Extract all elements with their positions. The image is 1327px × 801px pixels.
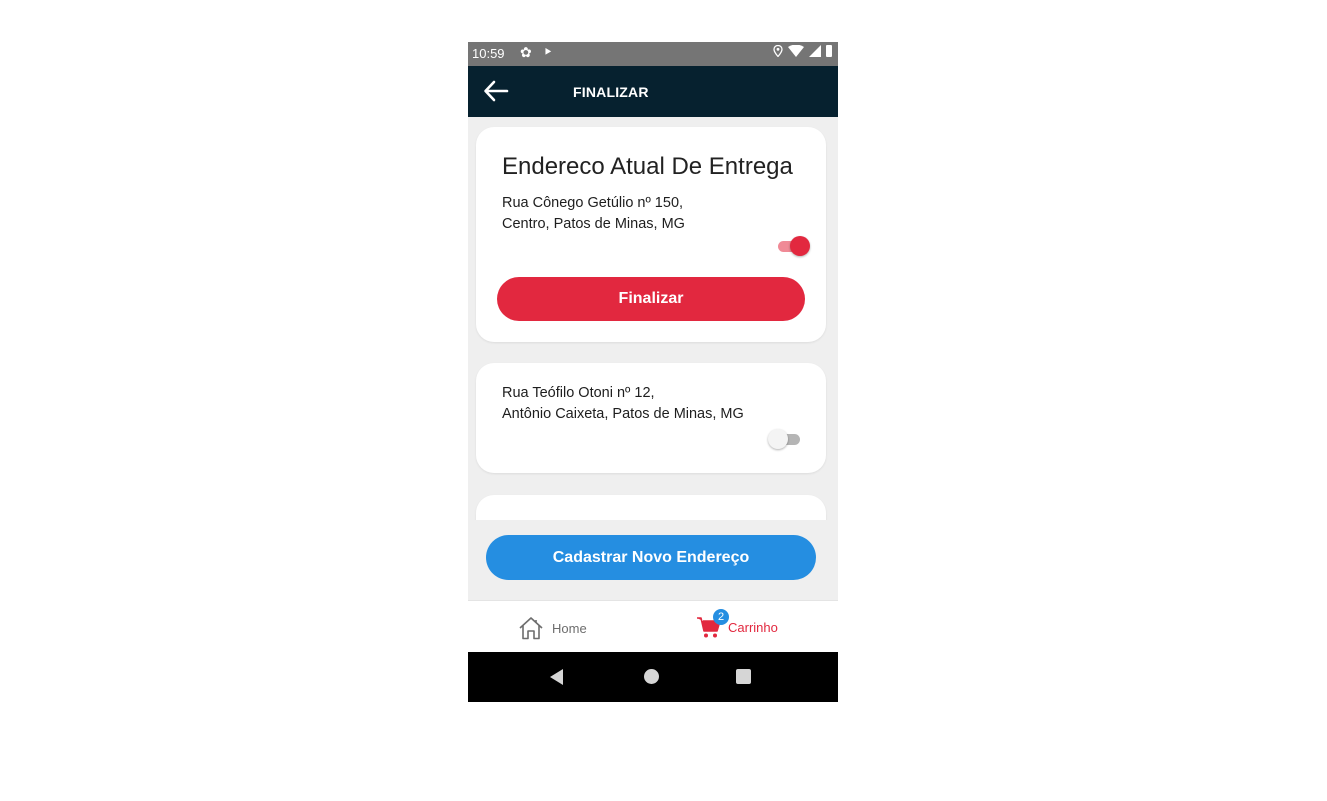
bottom-nav: Home 2 Carrinho — [468, 600, 838, 652]
system-back-icon[interactable] — [550, 669, 563, 685]
battery-icon — [826, 45, 832, 57]
address-line-1: Rua Cônego Getúlio nº 150, — [502, 195, 684, 211]
address-line-2: Antônio Caixeta, Patos de Minas, MG — [502, 406, 744, 422]
system-home-icon[interactable] — [644, 669, 659, 684]
card-title: Endereco Atual De Entrega — [502, 153, 793, 180]
gear-icon: ✿ — [520, 44, 532, 60]
wifi-icon — [788, 45, 804, 57]
toggle-thumb — [768, 429, 788, 449]
current-address-text: Rua Cônego Getúlio nº 150, Centro, Patos… — [502, 193, 685, 235]
finalize-button[interactable]: Finalizar — [497, 277, 805, 321]
status-time: 10:59 — [472, 46, 505, 61]
play-store-icon: ⯈ — [543, 45, 553, 59]
nav-cart-label: Carrinho — [728, 619, 778, 635]
address-list[interactable]: Endereco Atual De Entrega Rua Cônego Get… — [468, 117, 838, 520]
location-icon — [773, 45, 783, 57]
nav-item-home[interactable]: Home — [518, 615, 587, 641]
address-card[interactable]: Rua Teófilo Otoni nº 12, Antônio Caixeta… — [476, 363, 826, 473]
page-title: FINALIZAR — [573, 84, 649, 100]
nav-home-label: Home — [552, 620, 587, 636]
signal-icon — [809, 45, 821, 57]
status-icons — [773, 45, 832, 57]
home-icon — [519, 617, 543, 640]
arrow-left-icon[interactable] — [482, 77, 510, 105]
add-address-button[interactable]: Cadastrar Novo Endereço — [486, 535, 816, 580]
app-bar: FINALIZAR — [468, 66, 838, 117]
address-card-partial[interactable] — [476, 495, 826, 520]
address-line-1: Rua Teófilo Otoni nº 12, — [502, 385, 655, 401]
address-line-2: Centro, Patos de Minas, MG — [502, 216, 685, 232]
phone-screen: 10:59 ✿ ⯈ FINALIZAR Endereco Atual De En… — [468, 42, 838, 702]
address-text: Rua Teófilo Otoni nº 12, Antônio Caixeta… — [502, 383, 744, 425]
current-address-toggle[interactable] — [776, 235, 810, 257]
address-toggle[interactable] — [768, 428, 802, 450]
nav-item-cart[interactable]: 2 Carrinho — [696, 609, 778, 639]
status-bar: 10:59 ✿ ⯈ — [468, 42, 838, 66]
system-recents-icon[interactable] — [736, 669, 751, 684]
cart-icon-wrap: 2 — [696, 609, 729, 639]
cart-count-badge: 2 — [713, 609, 729, 625]
current-address-card: Endereco Atual De Entrega Rua Cônego Get… — [476, 127, 826, 342]
system-nav-bar — [468, 652, 838, 702]
toggle-thumb — [790, 236, 810, 256]
